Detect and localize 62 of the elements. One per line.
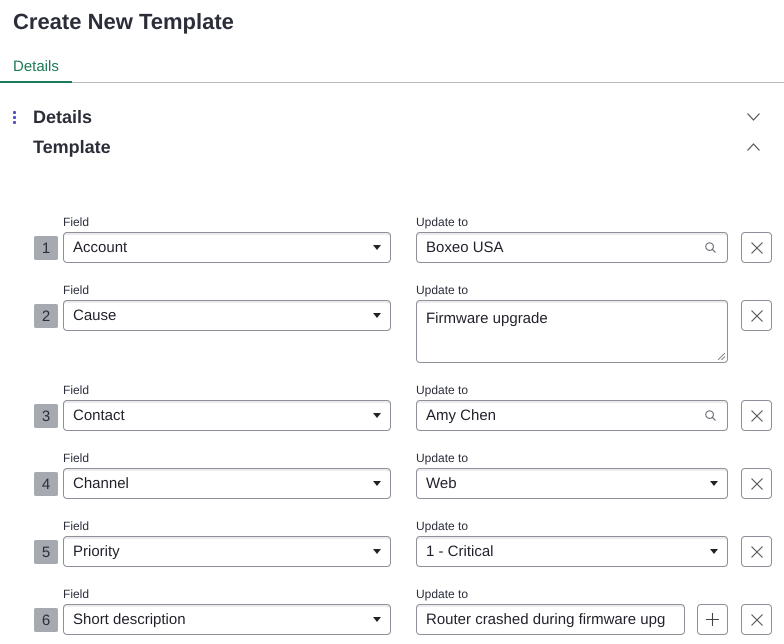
section-title: Template — [33, 136, 111, 159]
caret-icon — [710, 549, 718, 554]
field-select[interactable]: Account — [63, 232, 391, 263]
field-select[interactable]: Channel — [63, 468, 391, 499]
remove-button[interactable] — [741, 232, 772, 263]
field-label: Field — [63, 451, 90, 465]
row-number: 2 — [34, 304, 58, 328]
lookup-field[interactable]: Boxeo USA — [416, 232, 728, 263]
tab[interactable]: Details — [0, 44, 72, 83]
field-label: Field — [63, 383, 90, 397]
close-icon — [750, 546, 762, 558]
row-number: 6 — [34, 608, 58, 632]
row-number: 1 — [34, 236, 58, 260]
close-icon — [750, 478, 762, 490]
remove-button[interactable] — [741, 400, 772, 431]
field-label: Update to — [416, 215, 468, 229]
row-number: 5 — [34, 540, 58, 564]
field-label: Update to — [416, 451, 468, 465]
chevron-up-icon[interactable] — [747, 143, 760, 151]
close-icon — [750, 310, 762, 322]
search-icon — [705, 410, 716, 421]
caret-icon — [373, 413, 381, 418]
field-label: Update to — [416, 519, 468, 533]
field-label: Field — [63, 283, 90, 297]
lookup-field[interactable]: Amy Chen — [416, 400, 728, 431]
remove-button[interactable] — [741, 536, 772, 567]
field-label: Update to — [416, 383, 468, 397]
caret-icon — [373, 313, 381, 318]
field-select[interactable]: Cause — [63, 300, 391, 331]
plus-icon — [706, 613, 719, 626]
close-icon — [750, 242, 762, 254]
page-title: Create New Template — [12, 8, 235, 36]
remove-button[interactable] — [741, 468, 772, 499]
row-number: 4 — [34, 472, 58, 496]
text-area[interactable]: Firmware upgrade — [416, 300, 728, 363]
add-button[interactable] — [697, 604, 728, 635]
field-select[interactable]: Short description — [63, 604, 391, 635]
row-number: 3 — [34, 404, 58, 428]
chevron-down-icon[interactable] — [747, 113, 760, 121]
field-select[interactable]: Priority — [63, 536, 391, 567]
drag-handle-icon[interactable] — [13, 110, 16, 124]
search-icon — [705, 242, 716, 253]
value-select[interactable]: 1 - Critical — [416, 536, 728, 567]
caret-icon — [373, 245, 381, 250]
caret-icon — [373, 617, 381, 622]
remove-button[interactable] — [741, 300, 772, 331]
text-field[interactable]: Router crashed during firmware upg — [416, 604, 685, 635]
field-label: Field — [63, 519, 90, 533]
value-select[interactable]: Web — [416, 468, 728, 499]
remove-button[interactable] — [741, 604, 772, 635]
field-label: Field — [63, 587, 90, 601]
close-icon — [750, 410, 762, 422]
section-title: Details — [33, 106, 92, 129]
field-label: Update to — [416, 283, 468, 297]
resize-grip-icon[interactable] — [718, 353, 725, 360]
caret-icon — [373, 549, 381, 554]
caret-icon — [373, 481, 381, 486]
field-select[interactable]: Contact — [63, 400, 391, 431]
field-label: Update to — [416, 587, 468, 601]
field-label: Field — [63, 215, 90, 229]
caret-icon — [710, 481, 718, 486]
close-icon — [750, 614, 762, 626]
